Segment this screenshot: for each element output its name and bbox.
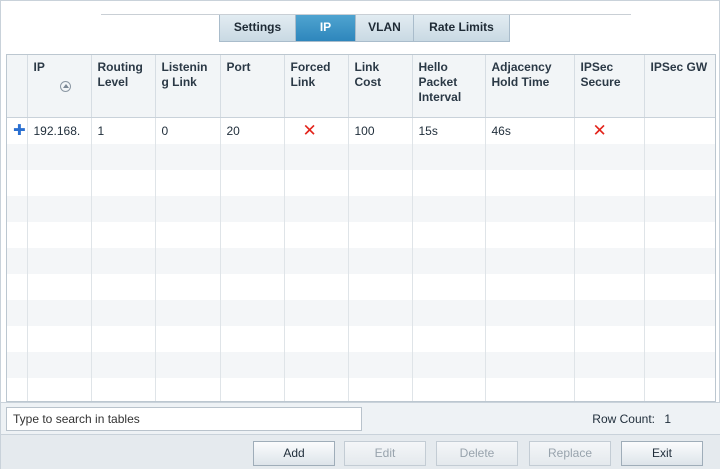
row-count-value: 1 (664, 412, 671, 426)
exit-button[interactable]: Exit (621, 441, 703, 466)
table-header-row: IP Routing Level Listening Link Port For… (7, 55, 715, 118)
empty-row (7, 221, 715, 248)
tab-ip[interactable]: IP (296, 15, 356, 42)
cell-ipsec-secure: ✕ (574, 117, 645, 144)
table-search-input[interactable] (6, 407, 362, 431)
cell-adjacency-hold-time: 46s (485, 117, 575, 144)
column-header-port[interactable]: Port (220, 55, 285, 118)
tab-vlan[interactable]: VLAN (356, 15, 414, 42)
cell-forced-link: ✕ (284, 117, 349, 144)
column-header-ip[interactable]: IP (27, 55, 92, 118)
false-x-icon: ✕ (302, 120, 317, 140)
sort-ascending-icon[interactable] (59, 81, 71, 92)
empty-row (7, 325, 715, 352)
column-header-forced-link[interactable]: Forced Link (284, 55, 349, 118)
empty-row (7, 169, 715, 196)
column-header-ipsec-secure[interactable]: IPSec Secure (574, 55, 645, 118)
empty-row (7, 143, 715, 170)
expand-plus-icon[interactable]: ✚ (13, 118, 26, 144)
empty-row (7, 351, 715, 378)
empty-row (7, 247, 715, 274)
column-header-listening-link[interactable]: Listening Link (155, 55, 221, 118)
column-header-adjacency-hold-time[interactable]: Adjacency Hold Time (485, 55, 575, 118)
column-header-ipsec-gw[interactable]: IPSec GW (644, 55, 715, 118)
cell-routing-level: 1 (91, 117, 156, 144)
edit-button[interactable]: Edit (344, 441, 426, 466)
cell-ip: 192.168. (27, 117, 92, 144)
cell-hello-packet-interval: 15s (412, 117, 486, 144)
add-button[interactable]: Add (253, 441, 335, 466)
replace-button[interactable]: Replace (529, 441, 611, 466)
table-footer: Row Count: 1 (1, 402, 720, 434)
table-row[interactable]: ✚ 192.168. 1 0 20 ✕ 100 15s 46s ✕ (7, 117, 715, 144)
empty-row (7, 273, 715, 300)
expand-column-header (7, 55, 28, 118)
column-header-hello-packet-interval[interactable]: Hello Packet Interval (412, 55, 486, 118)
column-header-link-cost[interactable]: Link Cost (348, 55, 413, 118)
ip-table: IP Routing Level Listening Link Port For… (6, 54, 716, 402)
cell-link-cost: 100 (348, 117, 413, 144)
cell-ipsec-gw (644, 117, 715, 144)
column-header-routing-level[interactable]: Routing Level (91, 55, 156, 118)
tab-settings[interactable]: Settings (219, 15, 296, 42)
empty-row (7, 299, 715, 326)
action-bar: Add Edit Delete Replace Exit (1, 434, 720, 469)
empty-row (7, 195, 715, 222)
tab-rate-limits[interactable]: Rate Limits (414, 15, 510, 42)
false-x-icon: ✕ (592, 120, 607, 140)
row-count-label: Row Count: (592, 412, 655, 426)
dialog-window: Settings IP VLAN Rate Limits IP Routing … (0, 0, 720, 469)
tab-bar: Settings IP VLAN Rate Limits (219, 15, 510, 42)
cell-port: 20 (220, 117, 285, 144)
cell-listening-link: 0 (155, 117, 221, 144)
delete-button[interactable]: Delete (436, 441, 518, 466)
column-header-label: IP (33, 60, 45, 74)
expand-cell[interactable]: ✚ (7, 117, 28, 144)
empty-row (7, 377, 715, 401)
